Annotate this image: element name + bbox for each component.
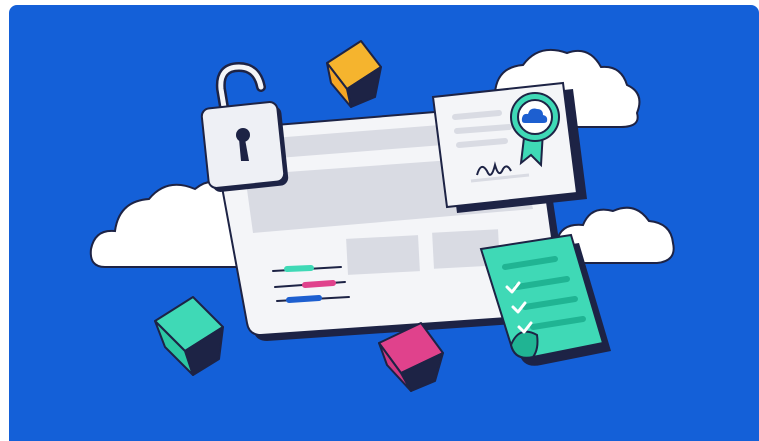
cube-icon-teal xyxy=(154,296,224,376)
security-illustration xyxy=(89,40,675,392)
cube-icon-pink xyxy=(378,322,444,392)
illustration-card xyxy=(9,5,759,441)
cube-icon-yellow xyxy=(326,40,382,108)
certificate-icon xyxy=(431,81,587,213)
padlock-icon xyxy=(200,61,289,192)
